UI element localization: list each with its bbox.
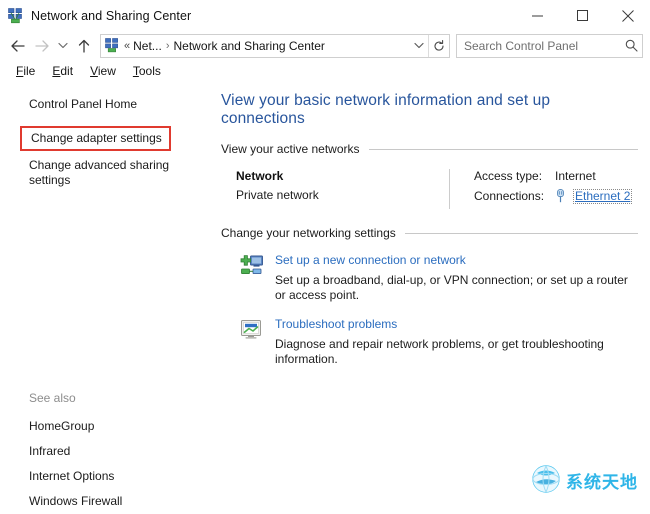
ethernet-connection-link[interactable]: Ethernet 2 <box>573 189 632 204</box>
window-controls <box>515 0 650 31</box>
close-button[interactable] <box>605 0 650 31</box>
setting-troubleshoot-problems[interactable]: Troubleshoot problems Diagnose and repai… <box>221 317 638 367</box>
sidebar-item-control-panel-home[interactable]: Control Panel Home <box>0 94 209 115</box>
connections-label: Connections: <box>474 189 555 203</box>
navigation-bar: « Net... › Network and Sharing Center <box>0 31 650 60</box>
forward-button[interactable] <box>30 34 54 58</box>
troubleshoot-icon <box>239 317 265 367</box>
sidebar-item-change-adapter-settings[interactable]: Change adapter settings <box>20 126 171 151</box>
sidebar-item-change-adapter-settings-wrap: Change adapter settings <box>0 126 209 151</box>
menu-bar: File Edit View Tools <box>0 60 650 81</box>
see-also-title: See also <box>0 391 209 405</box>
sidebar-item-change-advanced-sharing-settings[interactable]: Change advanced sharing settings <box>0 155 179 191</box>
breadcrumb: « Net... › Network and Sharing Center <box>124 39 410 53</box>
menu-accel-view: V <box>90 64 98 78</box>
recent-locations-button[interactable] <box>54 34 72 58</box>
connections-row: Connections: Ethernet 2 <box>474 189 632 203</box>
setting-title-link[interactable]: Set up a new connection or network <box>275 253 638 268</box>
breadcrumb-current[interactable]: Network and Sharing Center <box>173 39 324 53</box>
content-area: Control Panel Home Change adapter settin… <box>0 81 650 505</box>
active-networks-heading-text: View your active networks <box>221 142 360 156</box>
menu-item-file[interactable]: File <box>8 63 44 79</box>
sidebar-item-internet-options[interactable]: Internet Options <box>0 464 209 489</box>
access-type-value: Internet <box>555 169 596 183</box>
watermark: 系统天地 <box>531 464 638 497</box>
heading-rule <box>405 233 638 234</box>
network-identity: Network Private network <box>236 169 449 209</box>
setting-body: Set up a new connection or network Set u… <box>275 253 638 303</box>
menu-rest-tools: ools <box>139 64 161 78</box>
page-title: View your basic network information and … <box>221 92 638 128</box>
title-bar: Network and Sharing Center <box>0 0 650 31</box>
maximize-button[interactable] <box>560 0 605 31</box>
up-button[interactable] <box>72 34 96 58</box>
see-also-section: See also HomeGroup Infrared Internet Opt… <box>0 391 209 514</box>
chevron-down-icon[interactable] <box>410 42 428 49</box>
main-panel: View your basic network information and … <box>209 81 650 505</box>
sidebar-item-infrared[interactable]: Infrared <box>0 439 209 464</box>
breadcrumb-parent[interactable]: Net... <box>133 39 162 53</box>
column-divider <box>449 169 450 209</box>
network-type: Private network <box>236 188 449 202</box>
minimize-button[interactable] <box>515 0 560 31</box>
breadcrumb-separator-icon[interactable]: › <box>166 40 170 52</box>
heading-rule <box>369 149 638 150</box>
setting-title-link[interactable]: Troubleshoot problems <box>275 317 638 332</box>
new-connection-icon <box>239 253 265 303</box>
network-sharing-icon <box>8 8 24 24</box>
setting-body: Troubleshoot problems Diagnose and repai… <box>275 317 638 367</box>
networking-settings-heading-text: Change your networking settings <box>221 226 396 240</box>
active-network-entry: Network Private network Access type: Int… <box>221 169 638 209</box>
search-icon[interactable] <box>620 39 642 52</box>
sidebar: Control Panel Home Change adapter settin… <box>0 81 209 505</box>
access-type-row: Access type: Internet <box>474 169 632 183</box>
search-input[interactable] <box>457 38 620 54</box>
setting-description: Diagnose and repair network problems, or… <box>275 337 638 367</box>
back-button[interactable] <box>6 34 30 58</box>
networking-settings-heading: Change your networking settings <box>221 226 638 240</box>
address-network-icon <box>105 38 120 53</box>
network-details: Access type: Internet Connections: Ether… <box>474 169 632 209</box>
access-type-label: Access type: <box>474 169 555 183</box>
watermark-text: 系统天地 <box>566 468 638 493</box>
menu-rest-view: iew <box>98 64 116 78</box>
refresh-icon[interactable] <box>428 35 449 57</box>
menu-rest-file: ile <box>23 64 35 78</box>
menu-item-tools[interactable]: Tools <box>125 63 170 79</box>
setting-description: Set up a broadband, dial-up, or VPN conn… <box>275 273 638 303</box>
globe-logo-icon <box>531 464 561 497</box>
address-bar[interactable]: « Net... › Network and Sharing Center <box>100 34 450 58</box>
network-name: Network <box>236 169 449 183</box>
setting-set-up-new-connection[interactable]: Set up a new connection or network Set u… <box>221 253 638 303</box>
sidebar-item-homegroup[interactable]: HomeGroup <box>0 414 209 439</box>
sidebar-item-windows-firewall[interactable]: Windows Firewall <box>0 489 209 514</box>
menu-item-edit[interactable]: Edit <box>44 63 82 79</box>
breadcrumb-overflow[interactable]: « <box>124 40 130 52</box>
menu-item-view[interactable]: View <box>82 63 125 79</box>
window-title: Network and Sharing Center <box>31 9 191 23</box>
ethernet-plug-icon <box>555 189 568 203</box>
menu-rest-edit: dit <box>60 64 73 78</box>
search-box[interactable] <box>456 34 643 58</box>
active-networks-heading: View your active networks <box>221 142 638 156</box>
